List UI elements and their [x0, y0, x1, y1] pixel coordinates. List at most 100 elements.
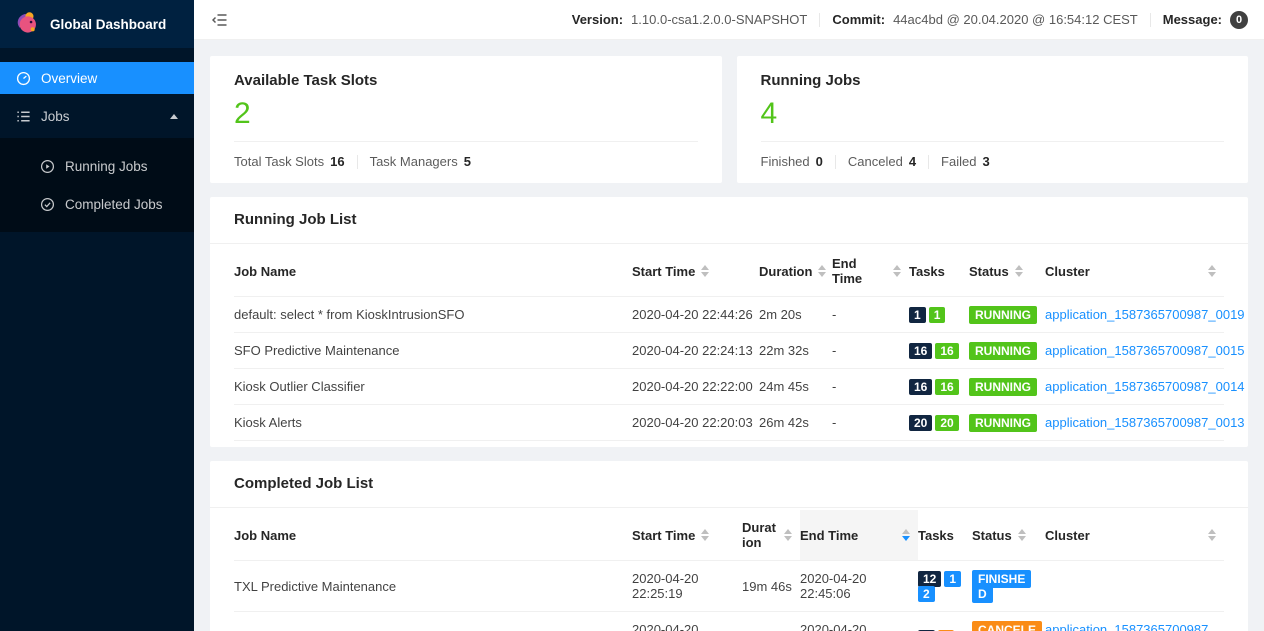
tasks-cell: 1212	[918, 561, 972, 612]
sorter-icon[interactable]	[1208, 529, 1216, 541]
sorter-icon[interactable]	[1015, 265, 1023, 277]
app-logo[interactable]: Global Dashboard	[0, 0, 194, 48]
sidebar-menu: Overview Jobs Runnin	[0, 48, 194, 232]
table-title: Running Job List	[234, 211, 356, 228]
tasks-running-badge: 20	[935, 415, 958, 431]
column-header: Job Name	[234, 528, 296, 543]
job-name: default: select * from KioskIntrusionSFO	[234, 612, 632, 631]
cluster-link[interactable]: application_1587365700987_0013	[1045, 415, 1245, 430]
column-header: Duration	[759, 264, 812, 279]
sorter-icon[interactable]	[784, 529, 792, 541]
column-header: Cluster	[1045, 264, 1090, 279]
cluster-cell: application_1587365700987_0014	[1045, 369, 1224, 405]
status-cell: FINISHED	[972, 561, 1045, 612]
cluster-link[interactable]: application_1587365700987_0019	[1045, 622, 1216, 631]
divider	[761, 141, 1225, 142]
flink-squirrel-logo-icon	[14, 9, 40, 40]
job-name: SFO Predictive Maintenance	[234, 333, 632, 369]
sorter-icon[interactable]	[701, 265, 709, 277]
version-value: 1.10.0-csa1.2.0.0-SNAPSHOT	[631, 12, 807, 27]
chevron-up-icon	[170, 114, 178, 119]
sidebar-item-jobs[interactable]: Jobs	[0, 100, 194, 132]
tasks-total-badge: 16	[909, 343, 932, 359]
column-header: End Time	[832, 256, 887, 286]
status-badge: RUNNING	[969, 414, 1037, 432]
stat-footer: Finished 0 Canceled 4 Failed 3	[761, 154, 1225, 169]
sidebar-item-running-jobs[interactable]: Running Jobs	[0, 150, 194, 182]
cluster-cell: application_1587365700987_0019	[1045, 297, 1224, 333]
sorter-icon[interactable]	[1018, 529, 1026, 541]
duration: 22m 32s	[759, 333, 832, 369]
tasks-cell: 1616	[909, 333, 969, 369]
stat-footer: Total Task Slots 16 Task Managers 5	[234, 154, 698, 169]
start-time: 2020-04-20 22:24:13	[632, 333, 759, 369]
table-row: default: select * from KioskIntrusionSFO…	[234, 297, 1224, 333]
message-count-badge[interactable]: 0	[1230, 11, 1248, 29]
card-title: Running Jobs	[761, 72, 1225, 89]
stat-value: 4	[909, 154, 916, 169]
duration: 19m 46s	[742, 561, 800, 612]
duration: 26m 42s	[759, 405, 832, 441]
cluster-link[interactable]: application_1587365700987_0014	[1045, 379, 1245, 394]
column-header: Cluster	[1045, 528, 1090, 543]
start-time: 2020-04-20 22:25:19	[632, 561, 742, 612]
column-header: Job Name	[234, 264, 296, 279]
job-name: Kiosk Alerts	[234, 405, 632, 441]
stat-value: 3	[982, 154, 989, 169]
column-header: Start Time	[632, 264, 695, 279]
end-time: -	[832, 297, 909, 333]
check-circle-icon	[40, 197, 55, 212]
sorter-icon[interactable]	[893, 265, 901, 277]
tasks-cell: 11	[909, 297, 969, 333]
status-badge: FINISHED	[972, 570, 1031, 603]
stat-value: 5	[464, 154, 471, 169]
cluster-link[interactable]: application_1587365700987_0019	[1045, 307, 1245, 322]
divider	[1150, 13, 1151, 27]
available-task-slots-value: 2	[234, 97, 698, 131]
end-time: 2020-04-20 22:44:09	[800, 612, 918, 631]
status-cell: RUNNING	[969, 333, 1045, 369]
divider	[357, 155, 358, 169]
tasks-total-badge: 20	[909, 415, 932, 431]
tasks-total-badge: 1	[909, 307, 926, 323]
jobs-submenu: Running Jobs Completed Jobs	[0, 138, 194, 232]
divider	[819, 13, 820, 27]
play-circle-icon	[40, 159, 55, 174]
running-jobs-value: 4	[761, 97, 1225, 131]
start-time: 2020-04-20 22:20:03	[632, 405, 759, 441]
table-row: default: select * from KioskIntrusionSFO…	[234, 612, 1224, 631]
sorter-icon[interactable]	[818, 265, 826, 277]
tasks-running-badge: 1	[929, 307, 946, 323]
cluster-cell	[1045, 561, 1224, 612]
duration: 1m 1s	[742, 612, 800, 631]
stat-label: Total Task Slots	[234, 154, 324, 169]
start-time: 2020-04-20 22:44:26	[632, 297, 759, 333]
table-row: SFO Predictive Maintenance 2020-04-20 22…	[234, 333, 1224, 369]
end-time: 2020-04-20 22:45:06	[800, 561, 918, 612]
job-name: TXL Predictive Maintenance	[234, 561, 632, 612]
menu-fold-icon[interactable]	[212, 12, 228, 28]
dashboard-icon	[16, 71, 31, 86]
sorter-icon[interactable]	[1208, 265, 1216, 277]
tasks-cell: 2020	[909, 405, 969, 441]
running-job-list-card: Running Job List Job Name Start Time Dur…	[210, 197, 1248, 447]
topbar: Version: 1.10.0-csa1.2.0.0-SNAPSHOT Comm…	[194, 0, 1264, 40]
status-badge: RUNNING	[969, 342, 1037, 360]
sorter-icon[interactable]	[701, 529, 709, 541]
sidebar-item-label: Jobs	[41, 109, 70, 124]
sorter-icon-active[interactable]	[902, 529, 910, 541]
sidebar-item-label: Running Jobs	[65, 159, 148, 174]
tasks-cell: 1616	[909, 369, 969, 405]
duration: 2m 20s	[759, 297, 832, 333]
sidebar-item-completed-jobs[interactable]: Completed Jobs	[0, 188, 194, 220]
page-content: Available Task Slots 2 Total Task Slots …	[194, 40, 1264, 631]
status-cell: CANCELED	[972, 612, 1045, 631]
table-title-bar: Running Job List	[210, 197, 1248, 244]
cluster-link[interactable]: application_1587365700987_0015	[1045, 343, 1245, 358]
sidebar-item-overview[interactable]: Overview	[0, 62, 194, 94]
cluster-cell: application_1587365700987_0015	[1045, 333, 1224, 369]
stat-value: 0	[816, 154, 823, 169]
start-time: 2020-04-20 22:43:07	[632, 612, 742, 631]
available-task-slots-card: Available Task Slots 2 Total Task Slots …	[210, 56, 722, 183]
completed-job-list-card: Completed Job List Job Name Start Time D…	[210, 461, 1248, 631]
